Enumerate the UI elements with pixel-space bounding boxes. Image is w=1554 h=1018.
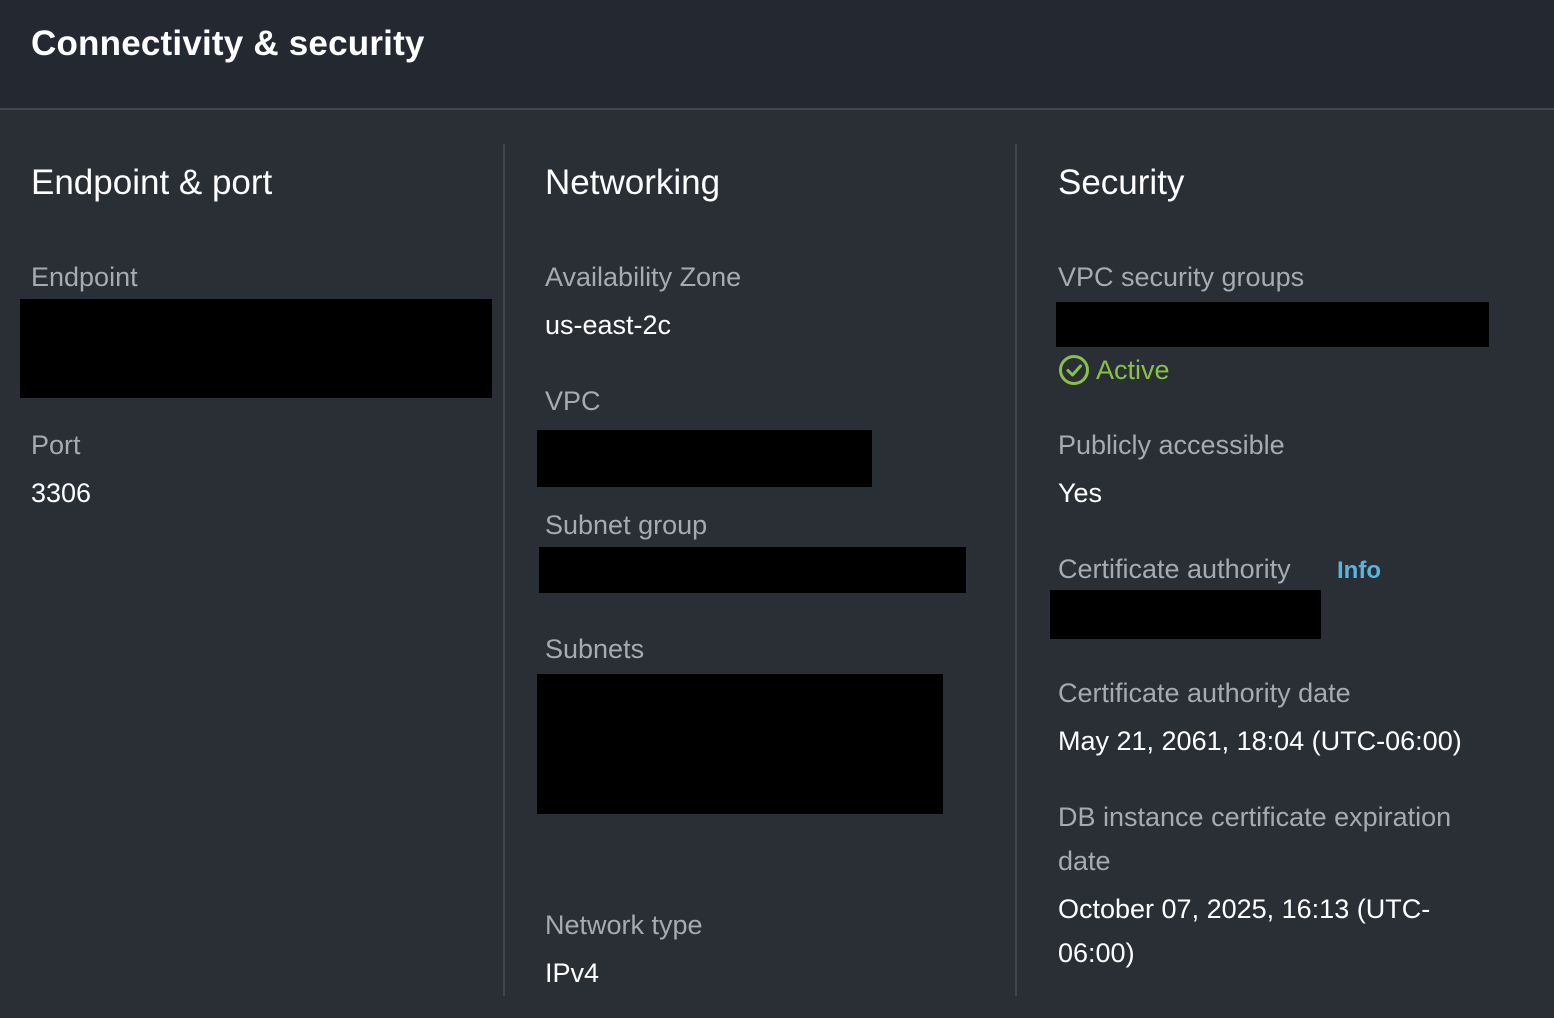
endpoint-value-redacted — [20, 299, 492, 398]
network-type-label: Network type — [545, 910, 703, 940]
certificate-authority-info-link[interactable]: Info — [1337, 557, 1381, 585]
networking-heading: Networking — [545, 163, 721, 202]
network-type-value: IPv4 — [545, 958, 600, 988]
cert-expiration-value-line1: October 07, 2025, 16:13 (UTC- — [1058, 894, 1431, 924]
certificate-authority-date-value: May 21, 2061, 18:04 (UTC-06:00) — [1058, 726, 1462, 756]
certificate-authority-label: Certificate authority — [1058, 554, 1291, 584]
section-header: Connectivity & security — [0, 0, 1554, 110]
cert-expiration-label-line1: DB instance certificate expiration — [1058, 802, 1452, 832]
subnets-label: Subnets — [545, 634, 645, 664]
column-divider — [503, 144, 505, 996]
subnets-value-redacted — [537, 674, 943, 814]
endpoint-port-heading: Endpoint & port — [31, 163, 273, 202]
publicly-accessible-label: Publicly accessible — [1058, 430, 1285, 460]
vpc-security-group-link-redacted[interactable] — [1056, 302, 1489, 347]
availability-zone-value: us-east-2c — [545, 310, 672, 340]
port-value: 3306 — [31, 478, 92, 508]
check-circle-icon — [1059, 355, 1089, 385]
certificate-authority-value-redacted — [1050, 590, 1321, 639]
status-text: Active — [1096, 354, 1170, 385]
vpc-label: VPC — [545, 386, 601, 416]
security-heading: Security — [1058, 163, 1185, 202]
subnet-group-label: Subnet group — [545, 510, 708, 540]
port-label: Port — [31, 430, 81, 460]
vpc-value-redacted — [537, 430, 872, 487]
vpc-security-groups-label: VPC security groups — [1058, 262, 1305, 292]
column-divider — [1015, 144, 1017, 996]
certificate-authority-date-label: Certificate authority date — [1058, 678, 1351, 708]
cert-expiration-label-line2: date — [1058, 846, 1111, 876]
cert-expiration-value-line2: 06:00) — [1058, 938, 1135, 968]
subnet-group-value-redacted — [539, 547, 966, 593]
section-title: Connectivity & security — [31, 24, 425, 63]
availability-zone-label: Availability Zone — [545, 262, 742, 292]
publicly-accessible-value: Yes — [1058, 478, 1103, 508]
security-group-status: Active — [1058, 354, 1170, 386]
endpoint-label: Endpoint — [31, 262, 138, 292]
